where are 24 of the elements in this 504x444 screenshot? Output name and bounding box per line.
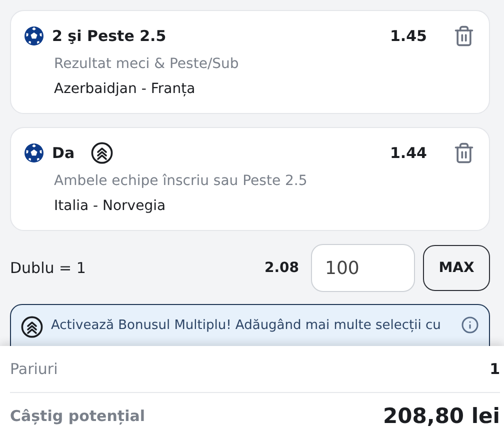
selection-pick: 2 şi Peste 2.5	[52, 27, 166, 45]
max-button[interactable]: MAX	[423, 245, 490, 291]
event-name: Italia - Norvegia	[53, 197, 167, 216]
bets-count: 1	[490, 360, 500, 378]
delete-icon[interactable]	[453, 25, 475, 47]
selection-odds: 1.44	[390, 144, 427, 162]
stake-field[interactable]: 100	[311, 244, 415, 292]
info-icon[interactable]	[461, 316, 479, 334]
soccer-ball-icon	[24, 143, 44, 163]
event-name: Azerbaidjan - Franța	[53, 80, 196, 99]
bets-label: Pariuri	[10, 360, 58, 378]
soccer-ball-icon	[24, 26, 44, 46]
combo-label: Dublu = 1	[10, 259, 86, 277]
potential-win-label: Câștig potențial	[10, 407, 145, 425]
market-name: Rezultat meci & Peste/Sub	[53, 55, 240, 74]
selection-pick: Da	[52, 144, 75, 162]
delete-icon[interactable]	[453, 142, 475, 164]
potential-win-value: 208,80 lei	[383, 404, 500, 428]
boost-icon	[21, 316, 43, 338]
combo-odds: 2.08	[264, 260, 299, 276]
boost-icon	[90, 142, 113, 164]
selection-odds: 1.45	[390, 27, 427, 45]
market-name: Ambele echipe înscriu sau Peste 2.5	[53, 172, 308, 191]
bonus-text: Activează Bonusul Multiplu! Adăugând mai multe selecții cu	[51, 317, 442, 335]
